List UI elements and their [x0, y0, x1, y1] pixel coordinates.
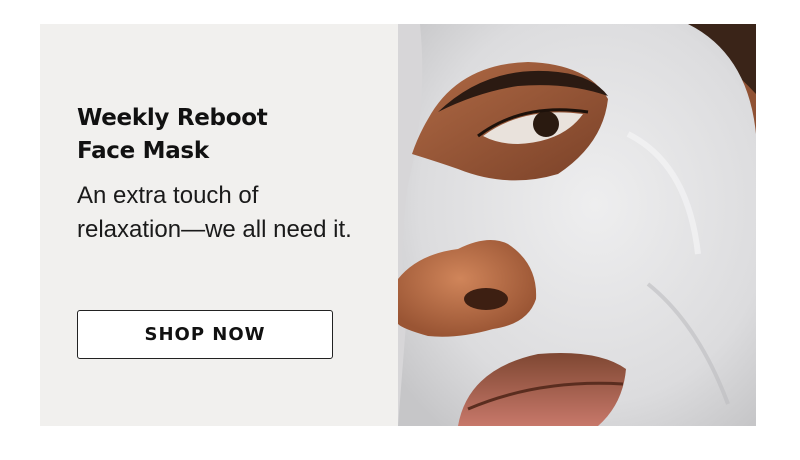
promo-subtitle-line-1: An extra touch of	[77, 182, 259, 209]
promo-title-line-2: Face Mask	[77, 138, 209, 164]
face-mask-illustration	[398, 24, 756, 426]
shop-now-button[interactable]: SHOP NOW	[77, 310, 333, 359]
promo-subtitle-line-2: relaxation—we all need it.	[77, 216, 352, 243]
promo-banner: Weekly Reboot Face Mask An extra touch o…	[40, 24, 756, 426]
promo-title: Weekly Reboot Face Mask	[77, 102, 268, 168]
face-mask-photo[interactable]	[398, 24, 756, 426]
promo-text-panel: Weekly Reboot Face Mask An extra touch o…	[40, 24, 398, 426]
iris	[533, 111, 559, 137]
promo-title-line-1: Weekly Reboot	[77, 105, 268, 131]
promo-subtitle: An extra touch of relaxation—we all need…	[77, 179, 397, 247]
nostril	[464, 288, 508, 310]
